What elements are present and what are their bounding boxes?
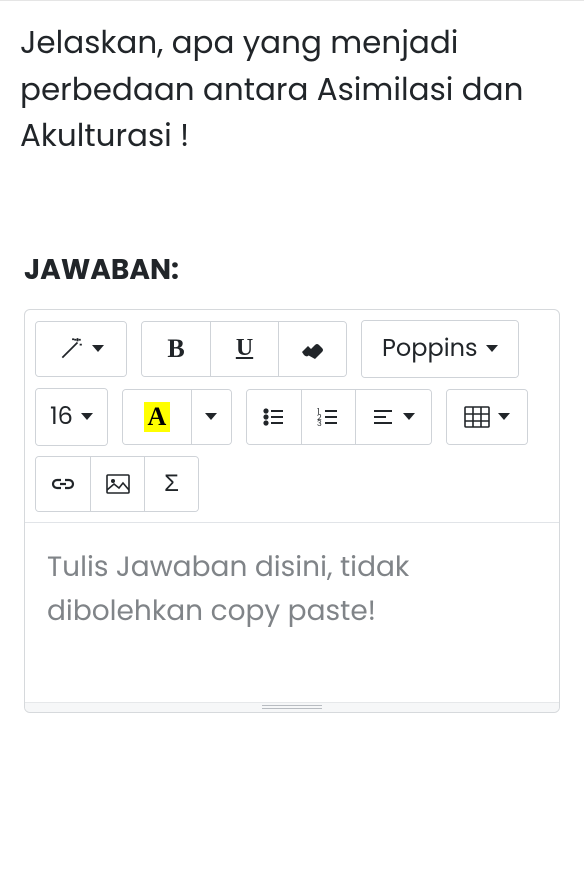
font-size-group: 16 <box>35 388 108 446</box>
style-group <box>35 321 127 377</box>
font-family-select[interactable]: Poppins <box>362 321 518 377</box>
font-color-button[interactable]: A <box>123 390 191 444</box>
eraser-icon <box>300 339 326 359</box>
font-color-more-button[interactable] <box>191 390 231 444</box>
text-format-group: B U <box>141 321 347 377</box>
font-color-group: A <box>122 389 232 445</box>
chevron-down-icon <box>403 413 415 420</box>
image-icon <box>106 474 130 494</box>
link-button[interactable] <box>36 457 90 511</box>
link-icon <box>50 476 76 492</box>
font-color-icon: A <box>144 402 171 432</box>
rich-text-editor: B U Poppins <box>24 309 560 713</box>
answer-label: JAWABAN: <box>24 249 564 291</box>
editor-content-area[interactable]: Tulis Jawaban disini, tidak dibolehkan c… <box>25 522 559 702</box>
font-size-select[interactable]: 16 <box>36 389 107 445</box>
magic-style-button[interactable] <box>36 322 126 376</box>
editor-toolbar: B U Poppins <box>25 310 559 522</box>
paragraph-align-button[interactable] <box>355 390 431 444</box>
image-button[interactable] <box>90 457 144 511</box>
insert-group: Σ <box>35 456 199 512</box>
chevron-down-icon <box>81 413 93 420</box>
table-icon <box>464 406 490 428</box>
list-ol-icon: 1 2 3 <box>316 405 340 429</box>
sigma-icon: Σ <box>164 466 179 501</box>
question-page: Jelaskan, apa yang menjadi perbedaan ant… <box>0 0 584 896</box>
font-family-value: Poppins <box>382 331 478 366</box>
grip-icon <box>262 705 322 709</box>
table-group <box>446 389 528 445</box>
chevron-down-icon <box>486 345 498 352</box>
bold-icon: B <box>167 334 184 364</box>
svg-text:3: 3 <box>317 418 322 429</box>
list-ul-icon <box>262 405 286 429</box>
chevron-down-icon <box>498 413 510 420</box>
chevron-down-icon <box>205 413 217 420</box>
underline-button[interactable]: U <box>210 322 278 376</box>
underline-icon: U <box>236 335 253 362</box>
magic-wand-icon <box>58 336 84 362</box>
table-button[interactable] <box>447 390 527 444</box>
unordered-list-button[interactable] <box>247 390 301 444</box>
resize-handle[interactable] <box>25 702 559 712</box>
editor-placeholder: Tulis Jawaban disini, tidak dibolehkan c… <box>47 545 537 635</box>
chevron-down-icon <box>92 345 104 352</box>
font-family-group: Poppins <box>361 320 519 378</box>
paragraph-group: 1 2 3 <box>246 389 432 445</box>
math-button[interactable]: Σ <box>144 457 198 511</box>
font-size-value: 16 <box>50 399 73 434</box>
align-left-icon <box>371 405 395 429</box>
bold-button[interactable]: B <box>142 322 210 376</box>
ordered-list-button[interactable]: 1 2 3 <box>301 390 355 444</box>
clear-format-button[interactable] <box>278 322 346 376</box>
question-text: Jelaskan, apa yang menjadi perbedaan ant… <box>20 19 564 159</box>
